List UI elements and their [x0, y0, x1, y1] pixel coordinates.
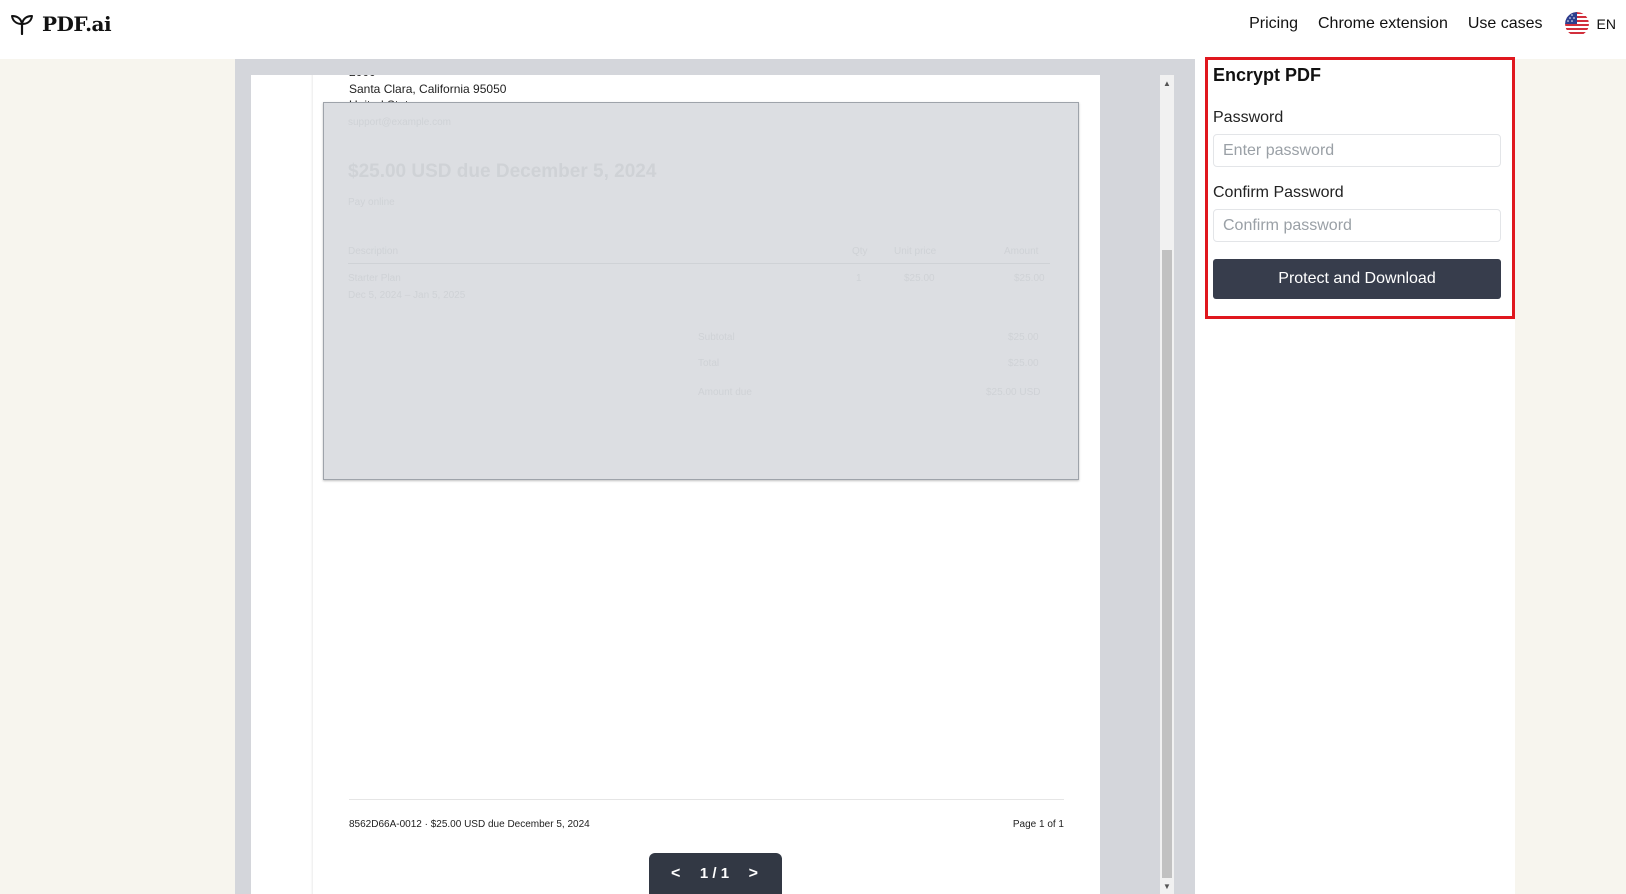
- faded-col-amount: Amount: [1004, 246, 1039, 257]
- address-clipped-line: 2000: [349, 75, 376, 79]
- document-overlay: support@example.com $25.00 USD due Decem…: [323, 102, 1079, 480]
- footer-rule: [349, 799, 1064, 800]
- faded-total-value: $25.00: [1008, 358, 1039, 369]
- faded-item-amount: $25.00: [1014, 273, 1045, 284]
- page-navigator: < 1 / 1 >: [649, 853, 782, 894]
- nav-pricing[interactable]: Pricing: [1249, 15, 1298, 33]
- faded-table-rule: [348, 263, 1050, 264]
- logo-text: PDF.ai: [42, 12, 112, 36]
- faded-subtotal-label: Subtotal: [698, 332, 735, 343]
- scroll-down-arrow-icon[interactable]: ▼: [1160, 880, 1174, 894]
- confirm-password-input[interactable]: [1213, 209, 1501, 242]
- pdf-viewer: 2000 Santa Clara, California 95050 Unite…: [235, 59, 1195, 894]
- language-switcher[interactable]: EN: [1564, 12, 1616, 36]
- faded-subtotal-value: $25.00: [1008, 332, 1039, 343]
- nav-chrome-extension[interactable]: Chrome extension: [1318, 15, 1448, 33]
- faded-col-qty: Qty: [852, 246, 868, 257]
- faded-item-period: Dec 5, 2024 – Jan 5, 2025: [348, 290, 466, 301]
- viewer-scrollbar[interactable]: ▲ ▼: [1160, 75, 1174, 894]
- sprout-icon: [10, 13, 34, 35]
- faded-amount-due-label: Amount due: [698, 387, 752, 398]
- next-page-button[interactable]: >: [749, 865, 758, 883]
- prev-page-button[interactable]: <: [671, 865, 680, 883]
- faded-email: support@example.com: [348, 117, 451, 128]
- faded-pay-online: Pay online: [348, 197, 395, 208]
- footer-invoice-summary: 8562D66A-0012 · $25.00 USD due December …: [349, 819, 590, 830]
- faded-item-name: Starter Plan: [348, 273, 401, 284]
- encrypt-pdf-panel: Encrypt PDF Password Confirm Password Pr…: [1205, 57, 1515, 319]
- password-input[interactable]: [1213, 134, 1501, 167]
- top-nav: Pricing Chrome extension Use cases EN: [1229, 10, 1616, 38]
- faded-due-heading: $25.00 USD due December 5, 2024: [348, 161, 657, 182]
- pdf-page-area[interactable]: 2000 Santa Clara, California 95050 Unite…: [251, 75, 1100, 894]
- us-flag-icon: [1564, 12, 1589, 36]
- pdf-page: 2000 Santa Clara, California 95050 Unite…: [313, 75, 1100, 894]
- password-label: Password: [1213, 109, 1284, 126]
- faded-item-qty: 1: [856, 273, 862, 284]
- top-header: PDF.ai Pricing Chrome extension Use case…: [0, 0, 1626, 59]
- faded-amount-due-value: $25.00 USD: [986, 387, 1041, 398]
- scroll-up-arrow-icon[interactable]: ▲: [1160, 77, 1174, 91]
- footer-page-count: Page 1 of 1: [1012, 819, 1064, 830]
- faded-col-unit-price: Unit price: [894, 246, 937, 257]
- faded-total-label: Total: [698, 358, 720, 369]
- scroll-thumb[interactable]: [1162, 250, 1172, 878]
- faded-item-unit-price: $25.00: [904, 273, 935, 284]
- protect-and-download-button[interactable]: Protect and Download: [1213, 259, 1501, 299]
- page-indicator: 1 / 1: [699, 865, 730, 882]
- address-city-line: Santa Clara, California 95050: [349, 82, 507, 96]
- language-label: EN: [1596, 16, 1616, 32]
- nav-use-cases[interactable]: Use cases: [1468, 15, 1543, 33]
- faded-col-description: Description: [348, 246, 399, 257]
- logo[interactable]: PDF.ai: [10, 12, 112, 36]
- confirm-password-label: Confirm Password: [1213, 184, 1344, 201]
- panel-title: Encrypt PDF: [1213, 65, 1322, 85]
